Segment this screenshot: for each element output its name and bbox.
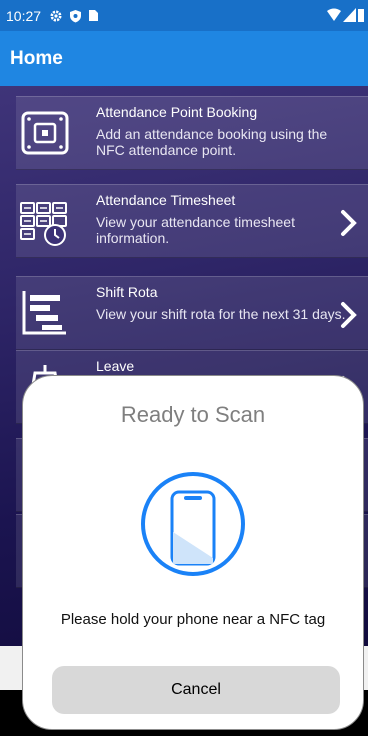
tile-attendance-timesheet[interactable]: Attendance Timesheet View your attendanc… [16, 184, 368, 258]
phone-scan-icon [139, 470, 247, 578]
page-title: Home [10, 47, 63, 69]
signal-icon [343, 8, 356, 25]
nfc-scan-sheet: Ready to Scan Please hold your phone nea… [22, 375, 364, 730]
sheet-title: Ready to Scan [120, 402, 266, 427]
sheet-message: Please hold your phone near a NFC tag [60, 611, 326, 628]
chevron-right-icon [340, 209, 358, 237]
chevron-right-icon [340, 301, 358, 329]
tile-description: View your attendance timesheet informati… [96, 214, 295, 246]
shift-rota-icon [20, 287, 70, 339]
tile-title: Attendance Point Booking [96, 104, 258, 120]
tile-title: Attendance Timesheet [96, 192, 236, 208]
tile-title: Shift Rota [96, 284, 158, 300]
wifi-icon [327, 8, 341, 25]
tile-description: Add an attendance booking using the NFC … [96, 126, 328, 158]
battery-icon [358, 8, 364, 25]
status-right-icons [327, 8, 364, 25]
tile-shift-rota[interactable]: Shift Rota View your shift rota for the … [16, 276, 368, 350]
cancel-button[interactable]: Cancel [52, 666, 340, 714]
shield-icon [69, 9, 82, 23]
app-bar: Home [0, 31, 368, 86]
status-time: 10:27 [6, 7, 42, 24]
tile-description: View your shift rota for the next 31 day… [96, 306, 346, 322]
sim-card-icon [88, 9, 99, 22]
timesheet-icon [20, 195, 70, 247]
tile-title: Leave [96, 358, 135, 374]
nfc-reader-icon [20, 107, 70, 159]
gear-icon [49, 9, 63, 23]
status-bar: 10:27 [0, 0, 368, 31]
tile-attendance-point-booking[interactable]: Attendance Point Booking Add an attendan… [16, 96, 368, 170]
